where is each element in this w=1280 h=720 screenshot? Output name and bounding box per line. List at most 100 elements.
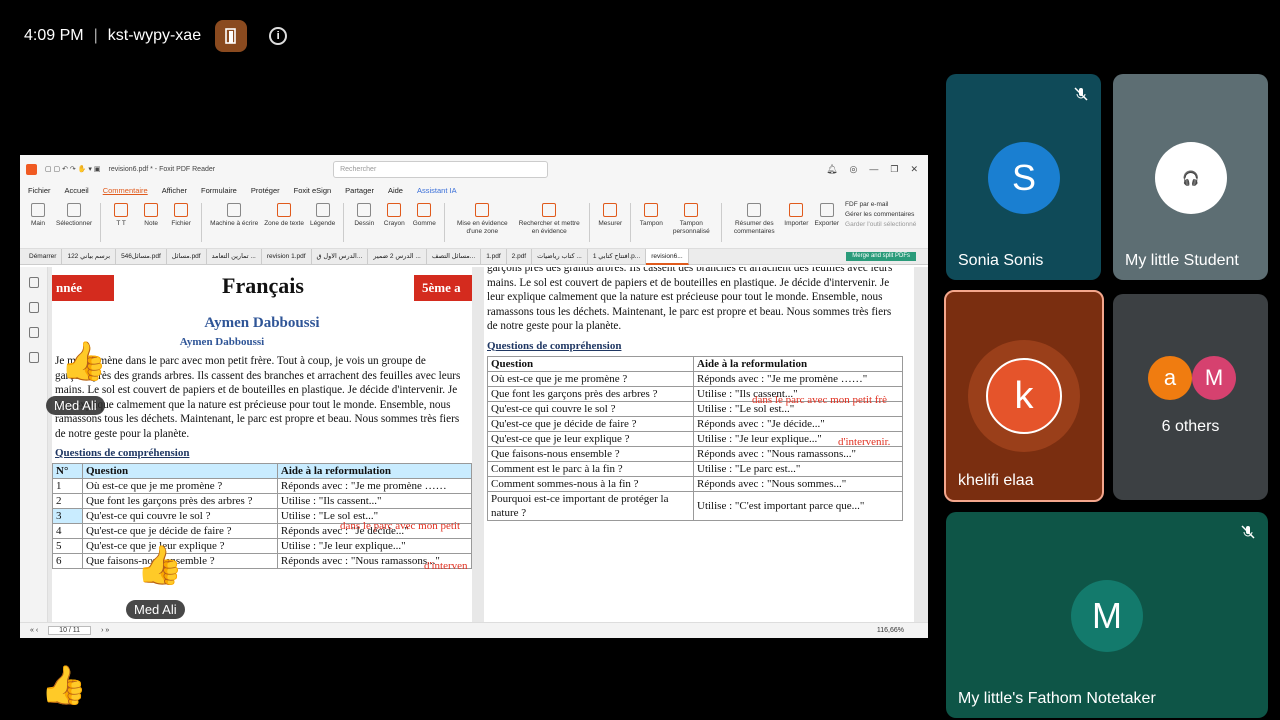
menu-accueil[interactable]: Accueil xyxy=(65,186,89,195)
avatar: M xyxy=(1071,580,1143,652)
zoom-level[interactable]: 116,66% xyxy=(877,627,904,634)
tool-callout[interactable]: Légende xyxy=(310,201,335,244)
participant-tile-khelifi[interactable]: k khelifi elaa xyxy=(944,290,1104,502)
select-icon xyxy=(67,203,82,217)
search-input[interactable]: Rechercher xyxy=(333,160,549,178)
handwritten-annotation: dans le parc avec mon petit xyxy=(340,520,461,532)
tab-doc[interactable]: 122 برسم بياني xyxy=(62,248,117,265)
page-nav-next-icons[interactable]: › » xyxy=(101,627,109,634)
tool-custom-stamp[interactable]: Tampon personnalisé xyxy=(669,201,713,244)
tab-doc[interactable]: الدرس 2 ضمير ... xyxy=(368,248,427,265)
restore-icon[interactable]: ❐ xyxy=(890,164,898,175)
tool-note[interactable]: Note xyxy=(139,201,163,244)
tab-doc[interactable]: كتاب رياضيات ... xyxy=(532,248,588,265)
pdf-page-left: nnée 5ème a Français Aymen Dabboussi Aym… xyxy=(52,267,472,622)
tool-eraser[interactable]: Gomme xyxy=(412,201,436,244)
cell: Utilise : "Le parc est..." xyxy=(693,460,903,477)
import-icon xyxy=(789,203,804,217)
menu-fichier[interactable]: Fichier xyxy=(28,186,51,195)
tool-export[interactable]: Exporter xyxy=(814,201,839,244)
author-name: Aymen Dabboussi xyxy=(204,315,320,331)
account-icon[interactable]: ◎ xyxy=(850,164,858,175)
menu-afficher[interactable]: Afficher xyxy=(162,186,187,195)
fdf-email-option[interactable]: FDF par e-mail xyxy=(845,201,916,208)
pencil-icon xyxy=(387,203,402,217)
cell: Qu'est-ce qui couvre le sol ? xyxy=(487,400,694,417)
page-indicator[interactable]: 10 / 11 xyxy=(48,626,92,635)
tool-text-markup[interactable]: T T xyxy=(109,201,133,244)
table-header: Aide à la reformulation xyxy=(693,355,903,372)
comments-icon[interactable] xyxy=(28,327,39,338)
participant-name: khelifi elaa xyxy=(958,472,1034,489)
export-icon xyxy=(819,203,834,217)
tool-select[interactable]: Sélectionner xyxy=(56,201,92,244)
tab-doc[interactable]: الدرس الاول ق... xyxy=(312,248,369,265)
document-tabs: Démarrer 122 برسم بياني 546مسائل.pdf مسا… xyxy=(20,248,928,265)
tab-doc[interactable]: مسائل التصف... xyxy=(427,248,482,265)
tool-file[interactable]: Fichier xyxy=(169,201,193,244)
note-icon xyxy=(144,203,159,217)
menu-esign[interactable]: Foxit eSign xyxy=(294,186,332,195)
participant-tile-fathom-notetaker[interactable]: M My little's Fathom Notetaker xyxy=(946,512,1268,718)
pages-icon[interactable] xyxy=(28,302,39,313)
cell: 5 xyxy=(52,538,83,554)
tool-typewriter[interactable]: Machine à écrire xyxy=(210,201,258,244)
attachment-icon[interactable] xyxy=(28,352,39,363)
table-row: Où est-ce que je me promène ? Réponds ave… xyxy=(487,370,903,387)
info-icon[interactable]: i xyxy=(269,27,288,45)
handwritten-annotation: d'intervenir. xyxy=(838,436,891,448)
merge-split-banner[interactable]: Merge and split PDFs xyxy=(846,252,916,261)
tool-measure[interactable]: Mesurer xyxy=(598,201,622,244)
tool-textbox[interactable]: Zone de texte xyxy=(264,201,304,244)
minimize-icon[interactable]: — xyxy=(869,164,878,175)
tool-stamp[interactable]: Tampon xyxy=(639,201,663,244)
door-icon[interactable] xyxy=(215,20,248,52)
table-header: N° xyxy=(52,463,83,479)
tab-doc[interactable]: 2.pdf xyxy=(507,248,533,265)
close-icon[interactable]: ✕ xyxy=(910,164,918,175)
avatar: M xyxy=(1192,356,1236,400)
tab-doc[interactable]: تمارين التعامد ... xyxy=(207,248,262,265)
banner-year-left: nnée xyxy=(52,275,114,301)
tool-pencil[interactable]: Crayon xyxy=(382,201,406,244)
tab-doc[interactable]: مسائل.pdf xyxy=(167,248,207,265)
tool-summarize[interactable]: Résumer des commentaires xyxy=(730,201,778,244)
stamp-icon xyxy=(644,203,659,217)
participant-tile-sonia[interactable]: S Sonia Sonis xyxy=(946,74,1101,280)
tool-search-highlight[interactable]: Rechercher et mettre en évidence xyxy=(517,201,581,244)
menu-commentaire[interactable]: Commentaire xyxy=(103,186,148,195)
table-header-row: N° Question Aide à la reformulation xyxy=(52,463,472,479)
tab-doc[interactable]: 1.pdf xyxy=(481,248,507,265)
participant-tile-others[interactable]: a M 6 others xyxy=(1113,294,1268,500)
participant-tile-my-little-student[interactable]: 🎧 My little Student xyxy=(1113,74,1268,280)
cell: Qu'est-ce qui couvre le sol ? xyxy=(82,508,278,524)
quick-tools-icon[interactable]: ▢ ▢ ↶ ↷ ✋ ▾ ▣ xyxy=(45,165,100,173)
cell: Utilise : "Je leur explique..." xyxy=(276,538,472,554)
tab-doc[interactable]: افتتاح كتابي 1.p... xyxy=(588,248,647,265)
menu-partager[interactable]: Partager xyxy=(345,186,374,195)
tool-drawing[interactable]: Dessin xyxy=(352,201,376,244)
tab-start[interactable]: Démarrer xyxy=(24,248,63,265)
cell: Que faisons-nous ensemble ? xyxy=(487,445,694,462)
cell: Où est-ce que je me promène ? xyxy=(82,478,278,494)
bell-icon[interactable]: 🔔︎ xyxy=(826,164,837,175)
tool-import[interactable]: Importer xyxy=(784,201,808,244)
keep-tool-option[interactable]: Garder l'outil sélectionné xyxy=(845,221,916,228)
table-header: Question xyxy=(82,463,278,479)
tool-main[interactable]: Main xyxy=(26,201,50,244)
menu-proteger[interactable]: Protéger xyxy=(251,186,280,195)
manage-comments-option[interactable]: Gérer les commentaires xyxy=(845,211,916,218)
tab-revision6-active[interactable]: revision6... xyxy=(646,248,689,265)
ribbon-divider xyxy=(721,203,723,242)
tool-area-highlight[interactable]: Mise en évidence d'une zone xyxy=(453,201,511,244)
menu-assistant-ia[interactable]: Assistant IA xyxy=(417,186,457,195)
menu-aide[interactable]: Aide xyxy=(388,186,403,195)
menu-formulaire[interactable]: Formulaire xyxy=(201,186,237,195)
page-nav-icons[interactable]: « ‹ xyxy=(30,627,38,634)
foxit-menu: Fichier Accueil Commentaire Afficher For… xyxy=(20,183,928,197)
bookmark-icon[interactable] xyxy=(28,277,39,288)
cell: Qu'est-ce que je décide de faire ? xyxy=(487,415,694,432)
foxit-titlebar: ▢ ▢ ↶ ↷ ✋ ▾ ▣ revision6.pdf * - Foxit PD… xyxy=(20,155,928,183)
tab-doc[interactable]: 546مسائل.pdf xyxy=(116,248,167,265)
tab-doc[interactable]: revision 1.pdf xyxy=(262,248,312,265)
